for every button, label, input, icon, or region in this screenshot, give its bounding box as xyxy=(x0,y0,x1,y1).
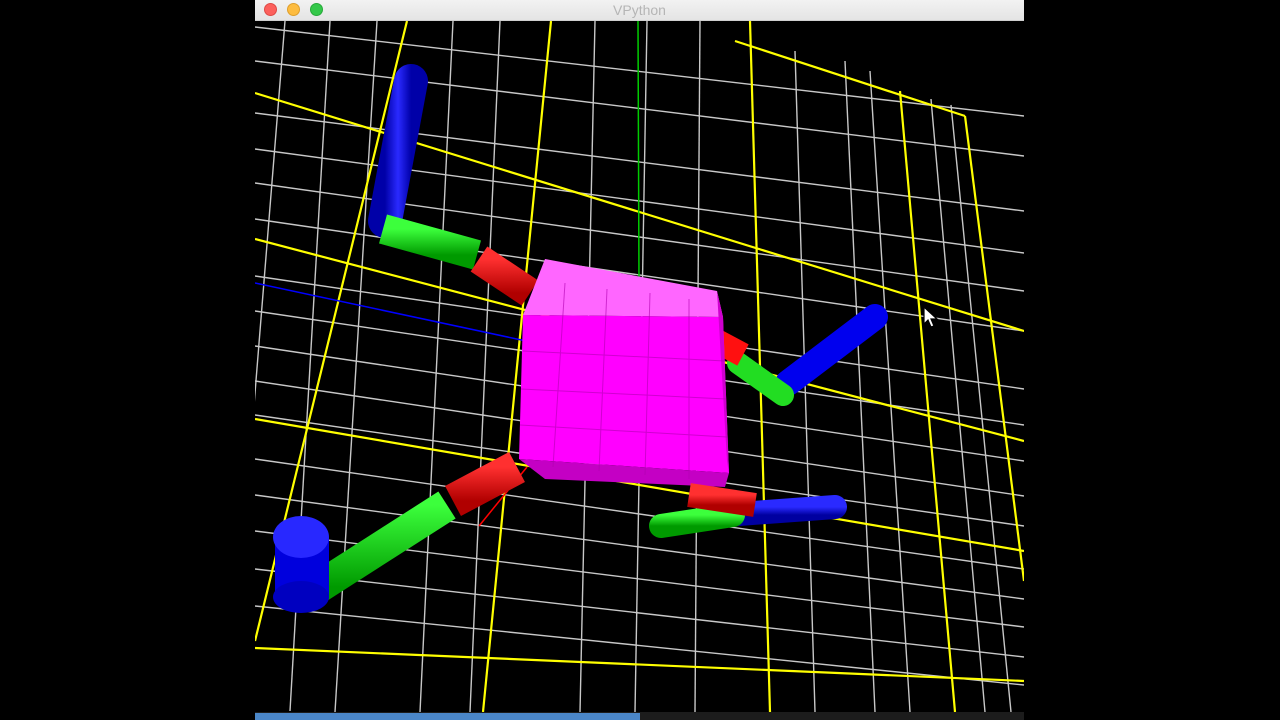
axis-z-line xyxy=(255,282,546,346)
foot-back-left xyxy=(368,64,428,238)
thigh-front-right xyxy=(687,483,757,517)
foot-front-left-base xyxy=(273,581,329,613)
window-title: VPython xyxy=(613,2,666,18)
leg-back-right xyxy=(707,304,888,406)
foot-back-right xyxy=(775,304,888,396)
3d-scene-canvas[interactable] xyxy=(255,20,1024,713)
leg-front-left xyxy=(273,451,525,613)
mouse-pointer-icon xyxy=(923,306,939,328)
shin-front-right xyxy=(649,503,745,538)
title-bar[interactable]: VPython xyxy=(255,0,1024,21)
scene-svg[interactable] xyxy=(255,20,1024,713)
status-bar xyxy=(255,712,1024,720)
shin-back-left xyxy=(379,214,481,270)
shin-back-right xyxy=(727,352,794,406)
thigh-front-left xyxy=(445,451,525,517)
vpython-window: VPython xyxy=(255,0,1024,720)
axis-y-line xyxy=(637,20,640,284)
progress-bar xyxy=(255,713,640,720)
thigh-back-left xyxy=(470,246,539,306)
foot-front-left-cap xyxy=(273,516,329,558)
body-box xyxy=(519,259,729,487)
leg-back-left xyxy=(368,64,539,306)
